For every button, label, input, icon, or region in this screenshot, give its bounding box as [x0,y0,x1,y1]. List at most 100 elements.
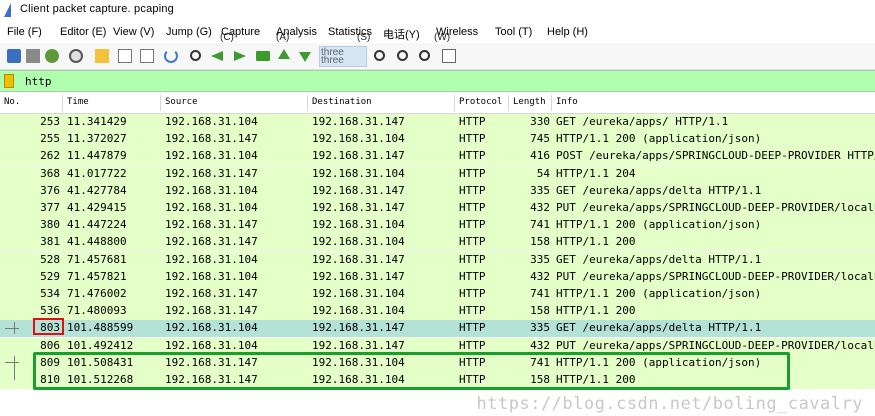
column-divider[interactable] [307,95,308,111]
packet-row[interactable]: 377 41.429415 192.168.31.104 192.168.31.147… [0,200,875,217]
cell-info: HTTP/1.1 200 (application/json) [556,218,762,232]
menu-bar: File (F) Editor (E) View (V) Jump (G) Ca… [0,22,875,43]
column-header-info[interactable]: Info [556,97,578,107]
cell-source: 192.168.31.147 [165,218,258,232]
cell-no: 253 [40,115,60,128]
cell-destination: 192.168.31.147 [312,115,405,128]
column-header-source[interactable]: Source [165,97,198,107]
cell-length: 54 [536,166,550,180]
column-header-destination[interactable]: Destination [312,97,372,107]
packet-row[interactable]: 534 71.476002 192.168.31.147 192.168.31.104… [0,286,875,303]
cell-destination: 192.168.31.104 [312,218,405,232]
cell-source: 192.168.31.104 [165,338,258,352]
packet-row[interactable]: 803 101.488599 192.168.31.104 192.168.31.14… [0,320,875,338]
column-header-protocol[interactable]: Protocol [459,97,502,107]
column-header-no[interactable]: No. [4,97,20,107]
cell-info: HTTP/1.1 200 (application/json) [556,132,762,146]
cell-info: GET /eureka/apps/delta HTTP/1.1 [556,252,762,266]
cell-source: 192.168.31.104 [165,252,258,266]
close-file-icon[interactable] [140,49,154,63]
cell-destination: 192.168.31.147 [312,338,405,352]
column-header-length[interactable]: Length [513,97,546,107]
column-divider[interactable] [454,95,455,111]
go-back-icon[interactable] [211,49,225,63]
save-file-icon[interactable] [118,49,132,63]
open-file-icon[interactable] [95,49,109,63]
resize-columns-icon[interactable] [442,49,456,63]
cell-time: 101.492412 [67,338,134,352]
cell-destination: 192.168.31.147 [312,149,405,163]
packet-row[interactable]: 381 41.448800 192.168.31.147 192.168.31.104… [0,234,875,252]
cell-protocol: HTTP [459,183,486,197]
menu-go[interactable]: Jump (G) [166,26,212,38]
find-packet-icon[interactable] [190,50,201,61]
cell-time: 71.457821 [67,269,127,283]
column-divider[interactable] [508,95,509,111]
cell-no: 529 [40,269,60,283]
cell-source: 192.168.31.104 [165,201,258,214]
cell-source: 192.168.31.104 [165,115,258,128]
cell-length: 335 [530,321,550,335]
packet-row[interactable]: 380 41.447224 192.168.31.147 192.168.31.104… [0,217,875,235]
packet-row[interactable]: 528 71.457681 192.168.31.104 192.168.31.147… [0,251,875,269]
go-forward-icon[interactable] [232,49,246,63]
cell-source: 192.168.31.147 [165,235,258,249]
cell-source: 192.168.31.147 [165,166,258,180]
cell-destination: 192.168.31.147 [312,201,405,214]
menu-view[interactable]: View (V) [113,26,154,38]
cell-destination: 192.168.31.104 [312,132,405,146]
cell-destination: 192.168.31.104 [312,304,405,318]
go-to-packet-icon[interactable] [256,51,270,61]
menu-telephony[interactable]: 电话(Y) [383,26,420,42]
cell-source: 192.168.31.104 [165,269,258,283]
cell-length: 330 [530,115,550,128]
cell-info: HTTP/1.1 204 [556,166,636,180]
bookmark-icon[interactable] [4,74,14,88]
menu-help[interactable]: Help (H) [547,26,588,38]
column-divider[interactable] [551,95,552,111]
restart-capture-icon[interactable] [45,49,59,63]
packet-row[interactable]: 536 71.480093 192.168.31.147 192.168.31.104… [0,303,875,321]
cell-no: 536 [40,304,60,318]
menu-tools[interactable]: Tool (T) [495,26,532,38]
capture-options-icon[interactable] [69,49,83,63]
packet-row[interactable]: 368 41.017722 192.168.31.147 192.168.31.104… [0,165,875,183]
cell-length: 432 [530,269,550,283]
cell-no: 528 [40,252,60,266]
menu-file[interactable]: File (F) [7,26,42,38]
packet-row[interactable]: 253 11.341429 192.168.31.104 192.168.31.147… [0,114,875,131]
cell-protocol: HTTP [459,132,486,146]
cell-no: 368 [40,166,60,180]
last-packet-icon[interactable] [298,49,312,63]
menu-capture-hint: (C) [220,32,234,43]
cell-source: 192.168.31.104 [165,183,258,197]
packet-row[interactable]: 255 11.372027 192.168.31.147 192.168.31.104… [0,131,875,149]
zoom-out-icon[interactable] [397,50,408,61]
display-filter-input[interactable] [22,73,875,89]
first-packet-icon[interactable] [277,49,291,63]
reload-icon[interactable] [164,49,178,63]
cell-source: 192.168.31.147 [165,287,258,300]
cell-no: 381 [40,235,60,249]
cell-no: 806 [40,338,60,352]
stop-capture-icon[interactable] [26,49,40,63]
packet-row[interactable]: 376 41.427784 192.168.31.104 192.168.31.147… [0,182,875,200]
normal-size-icon[interactable] [419,50,430,61]
cell-source: 192.168.31.104 [165,321,258,335]
cell-time: 71.457681 [67,252,127,266]
menu-edit[interactable]: Editor (E) [60,26,106,38]
wireshark-fin-icon [4,3,11,17]
start-capture-icon[interactable] [7,49,21,63]
column-header-time[interactable]: Time [67,97,89,107]
watermark: https://blog.csdn.net/boling_cavalry [476,394,863,414]
packet-row[interactable]: 529 71.457821 192.168.31.104 192.168.31.147… [0,268,875,286]
column-divider[interactable] [62,95,63,111]
column-divider[interactable] [160,95,161,111]
packet-row[interactable]: 262 11.447879 192.168.31.104 192.168.31.147… [0,148,875,166]
cell-info: POST /eureka/apps/SPRINGCLOUD-DEEP-PROVI… [556,149,875,163]
cell-destination: 192.168.31.104 [312,235,405,249]
zoom-in-icon[interactable] [374,50,385,61]
related-packet-tick [5,328,19,330]
cell-no: 534 [40,287,60,300]
cell-destination: 192.168.31.147 [312,183,405,197]
